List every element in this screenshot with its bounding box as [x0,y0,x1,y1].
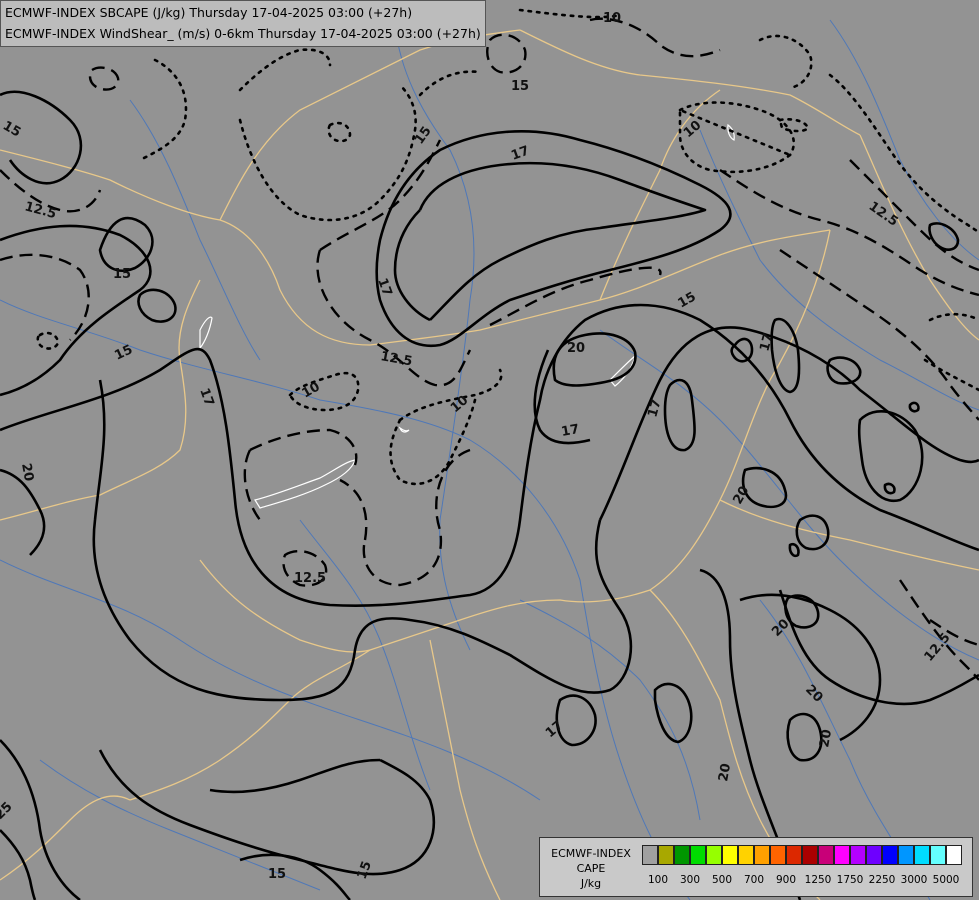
legend-swatch [738,845,754,865]
legend-swatch [866,845,882,865]
legend-swatch [754,845,770,865]
legend-swatch [642,845,658,865]
legend-color-scale [642,845,962,865]
legend-swatch [818,845,834,865]
legend-tick-label: 100 [647,874,669,886]
contour-label: 15 [113,267,131,282]
legend-title: ECMWF-INDEX CAPE J/kg [544,846,638,891]
cape-legend: ECMWF-INDEX CAPE J/kg 100 300 500 700 900 125… [539,837,973,897]
map-viewer: 10 15 10 15 17 12.5 12.5 15 15 17 15 12.… [0,0,979,900]
contour-label: 20 [716,762,734,782]
legend-swatch [834,845,850,865]
contour-label: 17 [560,422,580,440]
legend-swatch [706,845,722,865]
legend-tick-labels: 100 300 500 700 900 1250 1750 2250 3000 5000 [642,874,972,890]
legend-swatch [882,845,898,865]
legend-swatch [722,845,738,865]
legend-swatch [786,845,802,865]
contour-label: 20 [567,341,585,356]
legend-swatch [930,845,946,865]
contour-label: 10 [603,11,621,26]
legend-tick-label: 300 [679,874,701,886]
legend-tick-label: 700 [743,874,765,886]
legend-tick-label: 1750 [836,874,864,886]
contour-label: 20 [817,728,835,748]
contour-label: 15 [268,867,286,882]
title-line-windshear: ECMWF-INDEX WindShear_ (m/s) 0-6km Thurs… [5,26,481,41]
contour-label: 15 [511,79,529,94]
legend-tick-label: 900 [775,874,797,886]
legend-model: ECMWF-INDEX [551,847,631,860]
contour-label: 20 [18,462,36,482]
legend-tick-label: 3000 [900,874,928,886]
legend-unit: J/kg [580,877,602,890]
map-title-box: ECMWF-INDEX SBCAPE (J/kg) Thursday 17-04… [0,0,486,47]
title-line-cape: ECMWF-INDEX SBCAPE (J/kg) Thursday 17-04… [5,5,413,20]
legend-swatch [658,845,674,865]
legend-swatch [690,845,706,865]
legend-swatch [914,845,930,865]
legend-swatch [850,845,866,865]
legend-swatch [802,845,818,865]
legend-tick-label: 5000 [932,874,960,886]
legend-swatch [946,845,962,865]
legend-tick-label: 2250 [868,874,896,886]
legend-tick-label: 500 [711,874,733,886]
weather-map: 10 15 10 15 17 12.5 12.5 15 15 17 15 12.… [0,0,979,900]
legend-swatch [770,845,786,865]
legend-swatch [898,845,914,865]
legend-variable: CAPE [576,862,606,875]
legend-tick-label: 1250 [804,874,832,886]
legend-swatch [674,845,690,865]
contour-label: 12.5 [294,571,326,586]
